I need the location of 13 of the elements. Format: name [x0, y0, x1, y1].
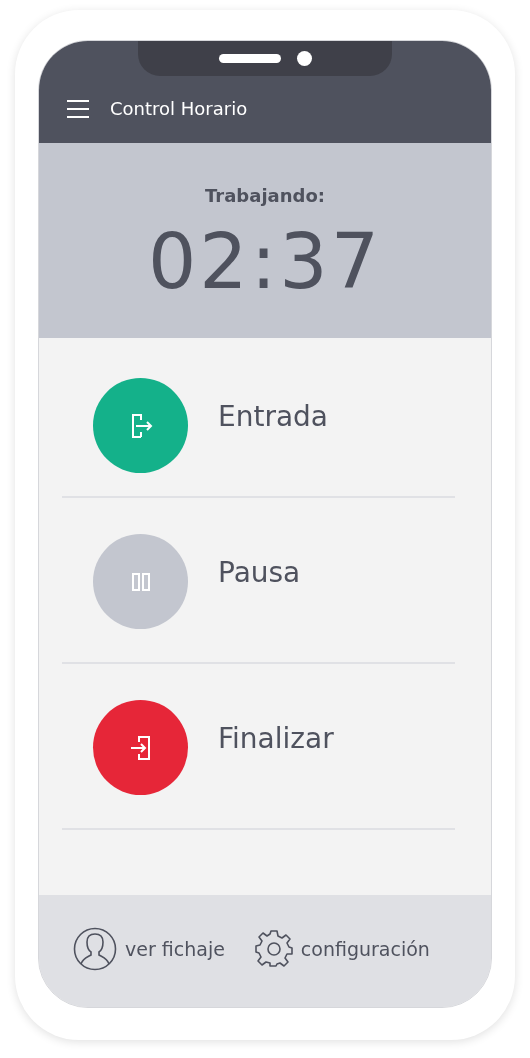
elapsed-time: 02:37 — [148, 224, 382, 300]
action-label[interactable]: Pausa — [218, 556, 301, 589]
app-title: Control Horario — [110, 98, 248, 119]
user-icon — [73, 927, 117, 971]
nav-link[interactable]: ver fichaje — [125, 938, 225, 960]
action-label[interactable]: Entrada — [218, 400, 329, 433]
speaker-grille — [218, 54, 281, 63]
menu-icon[interactable] — [67, 99, 89, 118]
status-label: Trabajando: — [205, 185, 325, 206]
camera-dot — [296, 51, 312, 66]
nav-link[interactable]: configuración — [300, 938, 430, 960]
action-label[interactable]: Finalizar — [218, 722, 334, 755]
settings-icon — [254, 930, 293, 968]
